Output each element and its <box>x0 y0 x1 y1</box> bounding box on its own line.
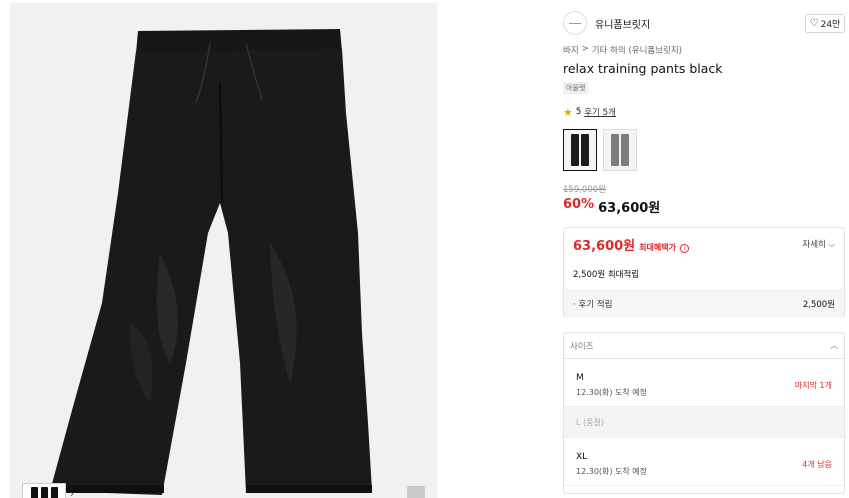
thumbnail-leg <box>30 487 38 498</box>
size-select[interactable]: 사이즈 ︿ M 12.30(화) 도착 예정 마지막 1개 L (품절) XL … <box>563 332 845 494</box>
like-button[interactable]: ♡ 24만 <box>805 14 845 33</box>
breadcrumb-item-category[interactable]: 바지 <box>563 44 579 56</box>
thumbnail-leg <box>50 487 58 498</box>
size-option-m[interactable]: M 12.30(화) 도착 예정 마지막 1개 <box>564 359 844 407</box>
discount-rate: 60% <box>563 197 595 212</box>
size-option-label: M <box>576 373 584 383</box>
heart-icon: ♡ <box>809 17 819 29</box>
size-option-xl[interactable]: XL 12.30(화) 도착 예정 4개 남음 <box>564 438 844 486</box>
star-icon: ★ <box>563 105 573 119</box>
product-title: relax training pants black <box>563 61 723 76</box>
product-image <box>50 29 372 495</box>
detail-label: 자세히 <box>802 240 826 250</box>
swatch-leg <box>571 134 579 166</box>
like-count: 24만 <box>820 20 841 30</box>
size-option-eta: 12.30(화) 도착 예정 <box>576 467 648 476</box>
breadcrumb-item-subcategory[interactable]: 기타 하의 (유니폼브릿지) <box>592 44 682 56</box>
swatch-leg <box>611 134 619 166</box>
chevron-right-icon[interactable]: › <box>70 489 74 498</box>
size-option-label: L (품절) <box>576 418 604 427</box>
zoom-button[interactable] <box>407 486 425 498</box>
review-link[interactable]: 후기 5개 <box>584 106 616 118</box>
breadcrumb: 바지 > 기타 하의 (유니폼브릿지) <box>563 44 682 56</box>
size-option-label: XL <box>576 452 588 462</box>
outlet-badge: 아울렛 <box>563 82 589 94</box>
brand-row[interactable]: 유니폼브릿지 <box>563 11 650 35</box>
swatch-leg <box>581 134 589 166</box>
chevron-down-icon: ⌵ <box>828 240 835 250</box>
sale-price: 63,600원 <box>598 201 661 216</box>
rating-value: 5 <box>575 107 582 117</box>
rating: ★ 5 후기 5개 <box>563 105 616 119</box>
price-row: 60% 63,600원 <box>563 197 660 216</box>
product-image-area[interactable]: › <box>10 3 437 498</box>
swatch-leg <box>621 134 629 166</box>
info-icon[interactable]: i <box>679 244 689 253</box>
benefit-label: 최대혜택가 <box>639 243 676 252</box>
breadcrumb-separator-icon: > <box>581 44 589 54</box>
review-points-value: 2,500원 <box>802 299 835 310</box>
brand-name[interactable]: 유니폼브릿지 <box>595 16 650 31</box>
benefit-price: 63,600원 <box>573 239 636 254</box>
thumbnail-leg <box>40 487 48 498</box>
chevron-up-icon: ︿ <box>830 341 838 350</box>
benefit-header: 63,600원 최대혜택가 i <box>573 235 689 254</box>
detail-toggle[interactable]: 자세히 ⌵ <box>802 238 835 250</box>
benefit-box: 63,600원 최대혜택가 i 자세히 ⌵ 2,500원 최대적립 · 후기 적… <box>563 227 845 318</box>
size-option-eta: 12.30(화) 도착 예정 <box>576 388 648 397</box>
review-points-row: · 후기 적립 2,500원 <box>564 289 844 318</box>
thumbnail-1[interactable] <box>22 483 66 498</box>
size-option-stock: 4개 남음 <box>802 460 832 469</box>
size-select-header[interactable]: 사이즈 ︿ <box>564 333 844 359</box>
original-price: 159,000원 <box>563 185 606 195</box>
swatch-black[interactable] <box>563 129 597 171</box>
swatch-grey[interactable] <box>603 129 637 171</box>
color-swatches <box>563 129 637 171</box>
brand-logo <box>563 11 587 35</box>
size-select-placeholder: 사이즈 <box>570 341 594 352</box>
points-summary: 2,500원 최대적립 <box>573 270 640 280</box>
size-option-stock: 마지막 1개 <box>794 381 832 390</box>
size-option-l: L (품절) <box>564 407 844 438</box>
product-info-panel: 유니폼브릿지 ♡ 24만 바지 > 기타 하의 (유니폼브릿지) relax t… <box>552 0 849 498</box>
thumbnail-strip: › <box>22 483 74 498</box>
review-points-label: · 후기 적립 <box>573 299 613 310</box>
